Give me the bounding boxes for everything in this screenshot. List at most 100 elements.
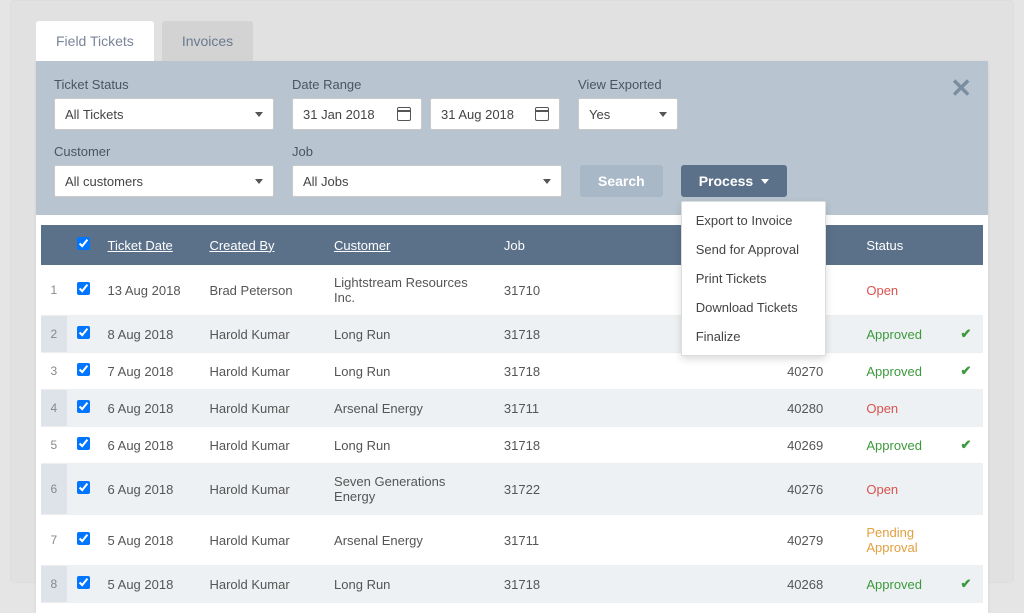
cell-created-by: Brad Peterson	[201, 265, 326, 316]
cell-job: 31718	[496, 427, 779, 464]
date-from-value: 31 Jan 2018	[303, 107, 375, 122]
row-checkbox[interactable]	[77, 437, 90, 450]
customer-select[interactable]: All customers	[54, 165, 274, 197]
chevron-down-icon	[659, 112, 667, 117]
cell-status: Open	[858, 390, 949, 427]
cell-job: 31722	[496, 464, 779, 515]
cell-created-by: Harold Kumar	[201, 390, 326, 427]
cell-approved	[949, 515, 983, 566]
view-exported-select[interactable]: Yes	[578, 98, 678, 130]
row-checkbox[interactable]	[77, 532, 90, 545]
ticket-status-label: Ticket Status	[54, 77, 274, 92]
col-status: Status	[866, 238, 903, 253]
row-checkbox[interactable]	[77, 326, 90, 339]
ticket-status-select[interactable]: All Tickets	[54, 98, 274, 130]
process-button[interactable]: Process	[681, 165, 787, 197]
row-number: 3	[41, 353, 67, 390]
view-exported-label: View Exported	[578, 77, 678, 92]
cell-status: Approved	[858, 427, 949, 464]
table-row: 85 Aug 2018Harold KumarLong Run317184026…	[41, 566, 983, 603]
row-checkbox[interactable]	[77, 481, 90, 494]
customer-label: Customer	[54, 144, 274, 159]
cell-created-by: Harold Kumar	[201, 464, 326, 515]
row-checkbox[interactable]	[77, 282, 90, 295]
process-menu-download[interactable]: Download Tickets	[682, 293, 825, 322]
date-range-label: Date Range	[292, 77, 560, 92]
cell-date: 13 Aug 2018	[100, 265, 202, 316]
col-ticket-date[interactable]: Ticket Date	[108, 238, 173, 253]
close-icon[interactable]: ✕	[950, 75, 972, 101]
col-created-by[interactable]: Created By	[209, 238, 274, 253]
cell-created-by: Harold Kumar	[201, 316, 326, 353]
cell-status: Approved	[858, 316, 949, 353]
ticket-status-value: All Tickets	[65, 107, 124, 122]
cell-ticket: 40276	[779, 464, 858, 515]
col-job: Job	[504, 238, 525, 253]
date-to-value: 31 Aug 2018	[441, 107, 514, 122]
cell-status: Pending Approval	[858, 515, 949, 566]
cell-status: Approved	[858, 566, 949, 603]
row-number: 6	[41, 464, 67, 515]
tab-invoices[interactable]: Invoices	[162, 21, 253, 61]
search-button[interactable]: Search	[580, 165, 663, 197]
cell-approved: ✔	[949, 427, 983, 464]
cell-customer: Lightstream Resources Inc.	[326, 265, 496, 316]
cell-customer: Long Run	[326, 427, 496, 464]
cell-approved	[949, 265, 983, 316]
row-number: 7	[41, 515, 67, 566]
cell-approved: ✔	[949, 566, 983, 603]
table-row: 46 Aug 2018Harold KumarArsenal Energy317…	[41, 390, 983, 427]
row-number: 1	[41, 265, 67, 316]
process-menu-print[interactable]: Print Tickets	[682, 264, 825, 293]
table-row: 37 Aug 2018Harold KumarLong Run317184027…	[41, 353, 983, 390]
cell-ticket: 40268	[779, 566, 858, 603]
cell-customer: Long Run	[326, 316, 496, 353]
cell-customer: Arsenal Energy	[326, 390, 496, 427]
cell-status: Approved	[858, 353, 949, 390]
check-icon: ✔	[961, 326, 972, 341]
cell-status: Open	[858, 265, 949, 316]
process-menu-approval[interactable]: Send for Approval	[682, 235, 825, 264]
tabs: Field Tickets Invoices	[36, 21, 988, 61]
cell-created-by: Harold Kumar	[201, 566, 326, 603]
date-to-input[interactable]: 31 Aug 2018	[430, 98, 560, 130]
select-all-checkbox[interactable]	[77, 237, 90, 250]
row-checkbox[interactable]	[77, 400, 90, 413]
check-icon: ✔	[961, 576, 972, 591]
chevron-down-icon	[255, 112, 263, 117]
calendar-icon	[535, 107, 549, 121]
date-from-input[interactable]: 31 Jan 2018	[292, 98, 422, 130]
cell-customer: Long Run	[326, 353, 496, 390]
row-number: 8	[41, 566, 67, 603]
job-label: Job	[292, 144, 562, 159]
process-menu-export[interactable]: Export to Invoice	[682, 206, 825, 235]
table-row: 28 Aug 2018Harold KumarLong Run317184027…	[41, 316, 983, 353]
customer-value: All customers	[65, 174, 143, 189]
col-customer[interactable]: Customer	[334, 238, 390, 253]
chevron-down-icon	[543, 179, 551, 184]
check-icon: ✔	[961, 363, 972, 378]
cell-approved	[949, 464, 983, 515]
process-menu-finalize[interactable]: Finalize	[682, 322, 825, 351]
cell-status: Open	[858, 464, 949, 515]
job-value: All Jobs	[303, 174, 349, 189]
cell-job: 31718	[496, 566, 779, 603]
job-select[interactable]: All Jobs	[292, 165, 562, 197]
process-button-label: Process	[699, 173, 753, 189]
row-number: 4	[41, 390, 67, 427]
cell-created-by: Harold Kumar	[201, 427, 326, 464]
chevron-down-icon	[761, 179, 769, 184]
cell-job: 31718	[496, 353, 779, 390]
cell-customer: Seven Generations Energy	[326, 464, 496, 515]
tickets-table: Ticket Date Created By Customer Job Tick…	[41, 225, 983, 603]
process-dropdown: Export to Invoice Send for Approval Prin…	[681, 201, 826, 356]
cell-job: 31711	[496, 515, 779, 566]
row-checkbox[interactable]	[77, 363, 90, 376]
table-row: 75 Aug 2018Harold KumarArsenal Energy317…	[41, 515, 983, 566]
cell-job: 31711	[496, 390, 779, 427]
cell-created-by: Harold Kumar	[201, 515, 326, 566]
cell-ticket: 40280	[779, 390, 858, 427]
cell-ticket: 40270	[779, 353, 858, 390]
tab-field-tickets[interactable]: Field Tickets	[36, 21, 154, 61]
cell-ticket: 40269	[779, 427, 858, 464]
